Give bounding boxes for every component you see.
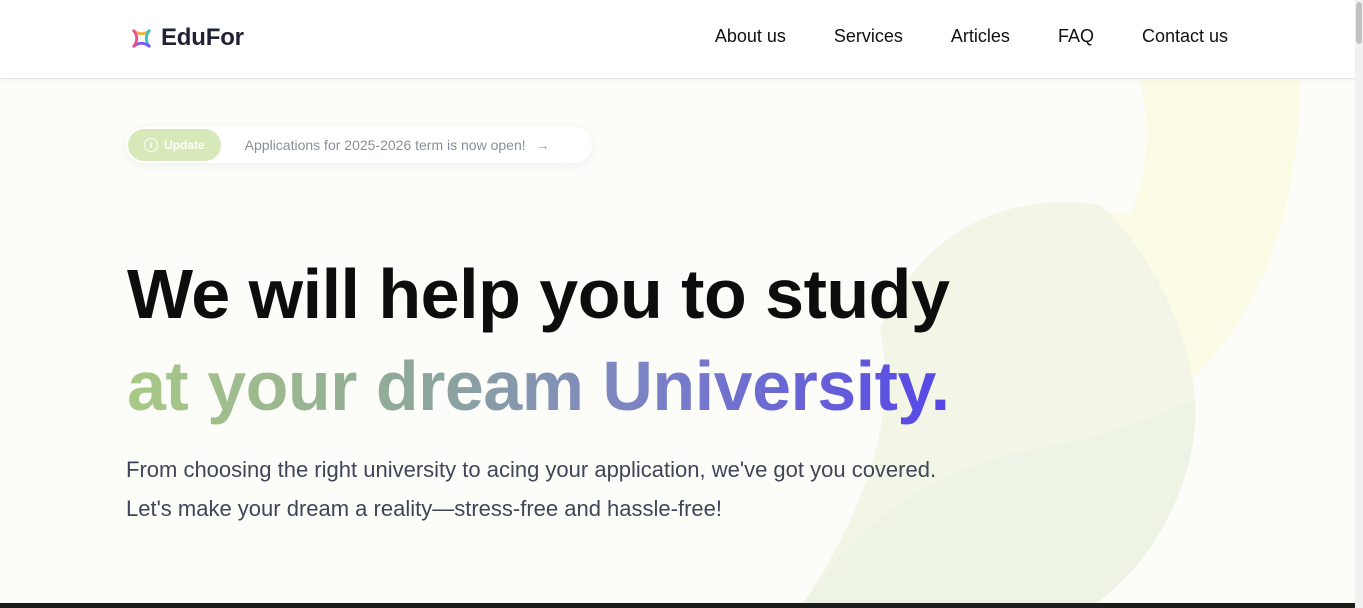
nav-about-us[interactable]: About us	[715, 26, 786, 47]
top-navbar: EduFor About us Services Articles FAQ Co…	[0, 0, 1355, 79]
main-nav: About us Services Articles FAQ Contact u…	[715, 26, 1228, 47]
nav-contact-us[interactable]: Contact us	[1142, 26, 1228, 47]
nav-articles[interactable]: Articles	[951, 26, 1010, 47]
hero-subtitle: From choosing the right university to ac…	[126, 457, 937, 521]
arrow-right-icon: →	[535, 137, 550, 153]
hero-heading-line1: We will help you to study	[127, 255, 950, 333]
update-badge-label: Update	[164, 138, 205, 152]
brand-name: EduFor	[161, 24, 244, 51]
update-text: Applications for 2025-2026 term is now o…	[244, 137, 526, 153]
nav-services[interactable]: Services	[834, 26, 903, 47]
next-section-edge	[0, 603, 1355, 608]
edufor-logo-icon	[132, 28, 151, 48]
page-scrollbar[interactable]	[1355, 0, 1363, 608]
brand-logo[interactable]: EduFor	[130, 24, 244, 52]
hero-heading: We will help you to study at your dream …	[127, 248, 950, 432]
nav-faq[interactable]: FAQ	[1058, 26, 1094, 47]
scrollbar-thumb[interactable]	[1356, 2, 1362, 44]
hero-heading-line2: at your dream University.	[127, 340, 950, 432]
update-announcement[interactable]: i Update Applications for 2025-2026 term…	[126, 127, 592, 163]
update-badge: i Update	[128, 129, 221, 161]
info-icon: i	[144, 138, 158, 152]
